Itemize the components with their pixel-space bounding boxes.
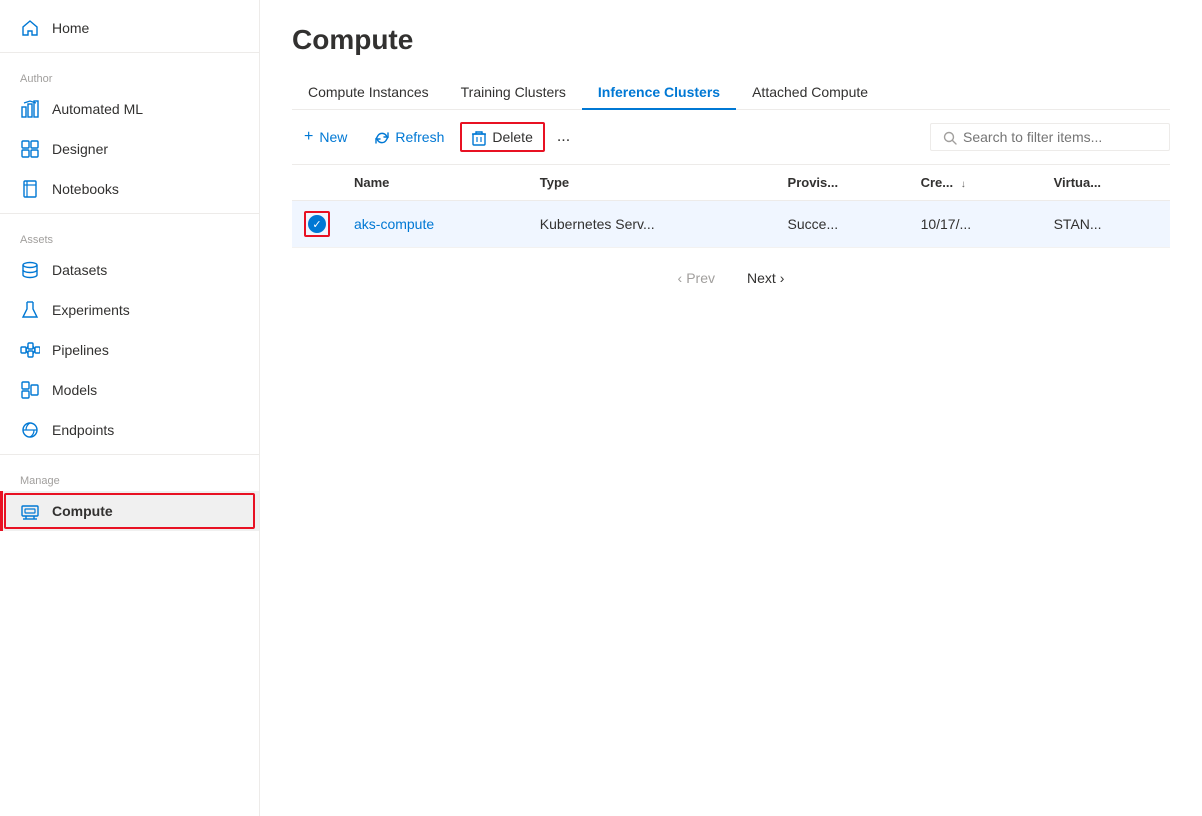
col-header-virtual: Virtua... xyxy=(1042,165,1170,201)
refresh-icon xyxy=(375,129,389,145)
endpoints-icon xyxy=(20,420,40,440)
next-chevron-icon: › xyxy=(780,270,785,286)
sidebar-item-automated-ml-label: Automated ML xyxy=(52,101,143,117)
designer-icon xyxy=(20,139,40,159)
sidebar-item-automated-ml[interactable]: Automated ML xyxy=(0,89,259,129)
author-section-label: Author xyxy=(0,57,259,89)
tab-compute-instances[interactable]: Compute Instances xyxy=(292,76,445,110)
sidebar-item-models-label: Models xyxy=(52,382,97,398)
table-area: Name Type Provis... Cre... ↓ Virtua... xyxy=(292,165,1170,816)
notebooks-icon xyxy=(20,179,40,199)
author-divider xyxy=(0,52,259,53)
sort-icon: ↓ xyxy=(961,179,966,190)
checkbox-checked: ✓ xyxy=(308,215,326,233)
active-border xyxy=(4,493,255,529)
col-header-type: Type xyxy=(528,165,776,201)
sidebar-item-designer[interactable]: Designer xyxy=(0,129,259,169)
col-header-name: Name xyxy=(342,165,528,201)
sidebar-item-home-label: Home xyxy=(52,20,89,36)
datasets-icon xyxy=(20,260,40,280)
sidebar-item-home[interactable]: Home xyxy=(0,8,259,48)
pagination: ‹ Prev Next › xyxy=(292,248,1170,308)
row-name-cell: aks-compute xyxy=(342,201,528,248)
sidebar-item-endpoints-label: Endpoints xyxy=(52,422,114,438)
checkbox-border: ✓ xyxy=(304,211,330,237)
sidebar-item-notebooks[interactable]: Notebooks xyxy=(0,169,259,209)
next-button[interactable]: Next › xyxy=(733,264,798,292)
plus-icon: + xyxy=(304,128,313,146)
sidebar-item-pipelines[interactable]: Pipelines xyxy=(0,330,259,370)
assets-section-label: Assets xyxy=(0,218,259,250)
sidebar-item-compute-label: Compute xyxy=(52,503,113,519)
page-title: Compute xyxy=(292,24,1170,56)
models-icon xyxy=(20,380,40,400)
delete-icon xyxy=(472,128,486,145)
sidebar-item-compute[interactable]: Compute xyxy=(0,491,259,531)
delete-label: Delete xyxy=(492,129,532,145)
search-icon xyxy=(943,129,957,145)
row-provisioning-cell: Succe... xyxy=(776,201,909,248)
toolbar: + New Refresh xyxy=(292,110,1170,165)
prev-label: Prev xyxy=(686,270,715,286)
col-header-checkbox xyxy=(292,165,342,201)
sidebar-item-pipelines-label: Pipelines xyxy=(52,342,109,358)
automated-ml-icon xyxy=(20,99,40,119)
tab-inference-clusters[interactable]: Inference Clusters xyxy=(582,76,736,110)
delete-button[interactable]: Delete xyxy=(460,122,544,151)
row-created-cell: 10/17/... xyxy=(909,201,1042,248)
sidebar-item-datasets[interactable]: Datasets xyxy=(0,250,259,290)
search-area xyxy=(930,123,1170,151)
col-header-created: Cre... ↓ xyxy=(909,165,1042,201)
main-content: Compute Compute Instances Training Clust… xyxy=(260,0,1202,816)
sidebar-item-models[interactable]: Models xyxy=(0,370,259,410)
table-header-row: Name Type Provis... Cre... ↓ Virtua... xyxy=(292,165,1170,201)
new-button[interactable]: + New xyxy=(292,122,359,152)
row-checkbox-cell[interactable]: ✓ xyxy=(292,201,342,248)
refresh-button[interactable]: Refresh xyxy=(363,123,456,151)
sidebar-item-datasets-label: Datasets xyxy=(52,262,107,278)
assets-divider xyxy=(0,213,259,214)
row-virtual-cell: STAN... xyxy=(1042,201,1170,248)
row-name-link[interactable]: aks-compute xyxy=(354,216,434,232)
tab-training-clusters[interactable]: Training Clusters xyxy=(445,76,582,110)
sidebar-item-experiments[interactable]: Experiments xyxy=(0,290,259,330)
sidebar-item-notebooks-label: Notebooks xyxy=(52,181,119,197)
table-row[interactable]: ✓ aks-compute Kubernetes Serv... Succe..… xyxy=(292,201,1170,248)
more-button[interactable]: ... xyxy=(549,122,578,152)
prev-chevron-icon: ‹ xyxy=(678,270,683,286)
tab-attached-compute[interactable]: Attached Compute xyxy=(736,76,884,110)
experiments-icon xyxy=(20,300,40,320)
col-header-provisioning: Provis... xyxy=(776,165,909,201)
sidebar: Home Author Automated ML Designer xyxy=(0,0,260,816)
pipelines-icon xyxy=(20,340,40,360)
sidebar-item-experiments-label: Experiments xyxy=(52,302,130,318)
row-type-cell: Kubernetes Serv... xyxy=(528,201,776,248)
next-label: Next xyxy=(747,270,776,286)
compute-icon xyxy=(20,501,40,521)
home-icon xyxy=(20,18,40,38)
sidebar-item-endpoints[interactable]: Endpoints xyxy=(0,410,259,450)
search-input[interactable] xyxy=(963,129,1157,145)
manage-divider xyxy=(0,454,259,455)
tabs-container: Compute Instances Training Clusters Infe… xyxy=(292,76,1170,110)
manage-section-label: Manage xyxy=(0,459,259,491)
sidebar-item-designer-label: Designer xyxy=(52,141,108,157)
refresh-label: Refresh xyxy=(395,129,444,145)
compute-table: Name Type Provis... Cre... ↓ Virtua... xyxy=(292,165,1170,248)
prev-button[interactable]: ‹ Prev xyxy=(664,264,729,292)
new-label: New xyxy=(319,129,347,145)
